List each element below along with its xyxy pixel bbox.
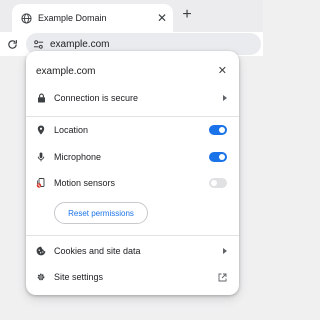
cookies-row[interactable]: Cookies and site data	[26, 240, 239, 262]
permission-label: Motion sensors	[54, 178, 116, 188]
site-settings-row[interactable]: Site settings	[26, 266, 239, 288]
connection-security-row[interactable]: Connection is secure	[26, 87, 239, 109]
permission-row-microphone: Microphone	[26, 146, 239, 168]
site-info-popup: example.com ✕ Connection is secure Locat…	[26, 51, 239, 295]
chevron-right-icon	[223, 95, 227, 101]
close-icon[interactable]: ✕	[218, 65, 227, 77]
location-toggle[interactable]	[209, 125, 227, 135]
lock-icon	[36, 93, 46, 103]
gear-icon	[36, 272, 46, 282]
cookie-icon	[36, 246, 46, 256]
popup-header: example.com ✕	[26, 61, 239, 81]
permission-row-motion-sensors: Motion sensors	[26, 172, 239, 194]
motion-sensor-icon	[36, 178, 46, 188]
popup-title: example.com	[36, 65, 96, 77]
reset-permissions-button[interactable]: Reset permissions	[54, 202, 148, 224]
permission-label: Microphone	[54, 152, 102, 162]
motion-sensors-toggle[interactable]	[209, 178, 227, 188]
plus-icon[interactable]: +	[179, 7, 195, 23]
tab-strip: Example Domain ✕ +	[0, 0, 263, 32]
reload-icon[interactable]	[4, 36, 20, 52]
globe-icon	[21, 12, 32, 24]
permission-label: Location	[54, 125, 89, 135]
tab-title: Example Domain	[38, 13, 107, 23]
permission-row-location: Location	[26, 119, 239, 141]
location-pin-icon	[36, 125, 46, 135]
divider	[26, 116, 239, 117]
open-external-icon	[218, 273, 227, 282]
microphone-toggle[interactable]	[209, 152, 227, 162]
tab-example-domain[interactable]: Example Domain ✕	[12, 4, 173, 32]
cookies-label: Cookies and site data	[54, 246, 141, 256]
connection-label: Connection is secure	[54, 93, 139, 103]
chevron-right-icon	[223, 248, 227, 254]
microphone-icon	[36, 152, 46, 162]
site-settings-label: Site settings	[54, 272, 104, 282]
close-icon[interactable]: ✕	[157, 12, 167, 24]
divider	[26, 235, 239, 236]
tune-icon[interactable]	[31, 37, 45, 51]
url-text: example.com	[50, 38, 110, 50]
